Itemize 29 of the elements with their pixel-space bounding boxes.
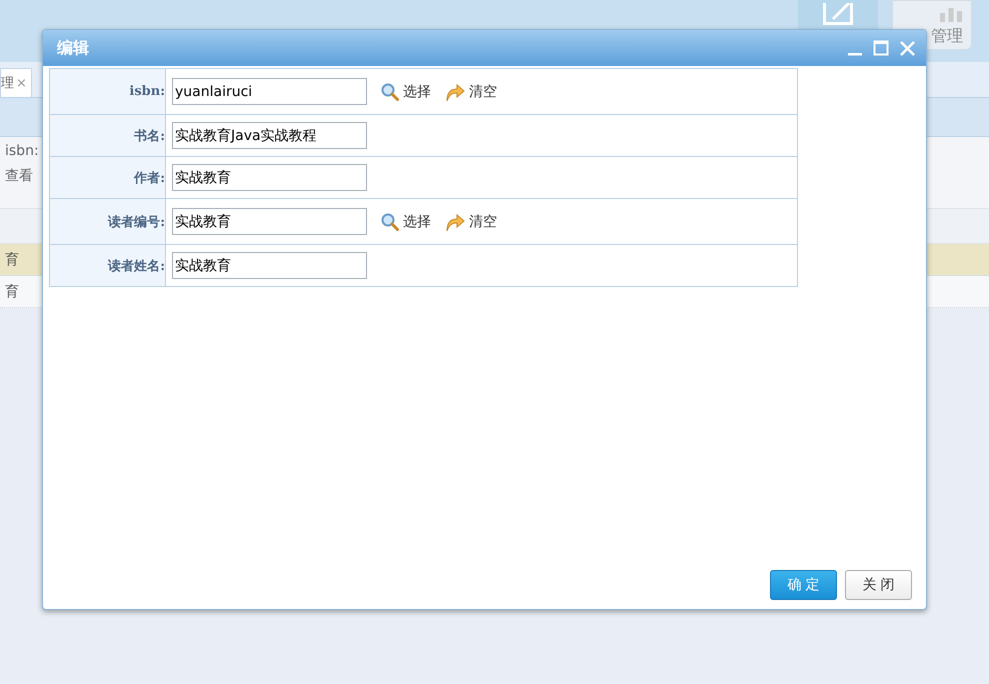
search-icon [381, 82, 399, 100]
table-cell: 育 [5, 250, 19, 268]
table-cell: 育 [5, 282, 19, 300]
bar-chart-icon [939, 8, 963, 22]
maximize-icon[interactable] [873, 40, 889, 56]
close-button[interactable]: 关 闭 [845, 570, 912, 600]
tab-label: 理 [1, 75, 14, 92]
field-label: isbn: [129, 84, 165, 99]
dialog-title: 编辑 [57, 38, 90, 58]
tab[interactable]: 理× [0, 68, 32, 97]
select-link[interactable]: 选择 [381, 212, 431, 230]
field-label: 读者编号: [108, 214, 165, 230]
search-label: isbn: [5, 143, 40, 159]
edit-icon [823, 3, 853, 25]
select-link[interactable]: 选择 [381, 82, 431, 100]
input-field[interactable]: 实战教育 [172, 252, 367, 279]
input-field[interactable]: yuanlairuci [172, 78, 367, 105]
curved-arrow-icon [445, 212, 465, 232]
curved-arrow-icon [445, 82, 465, 102]
input-field[interactable]: 实战教育 [172, 208, 367, 235]
input-field[interactable]: 实战教育 [172, 164, 367, 191]
field-label: 书名: [134, 128, 165, 144]
field-label: 作者: [134, 170, 165, 186]
close-icon[interactable] [899, 40, 916, 56]
input-field[interactable]: 实战教育Java实战教程 [172, 122, 367, 149]
clear-link[interactable]: 清空 [445, 82, 497, 102]
clear-link[interactable]: 清空 [445, 212, 497, 232]
search-icon [381, 212, 399, 230]
field-label: 读者姓名: [108, 258, 165, 274]
